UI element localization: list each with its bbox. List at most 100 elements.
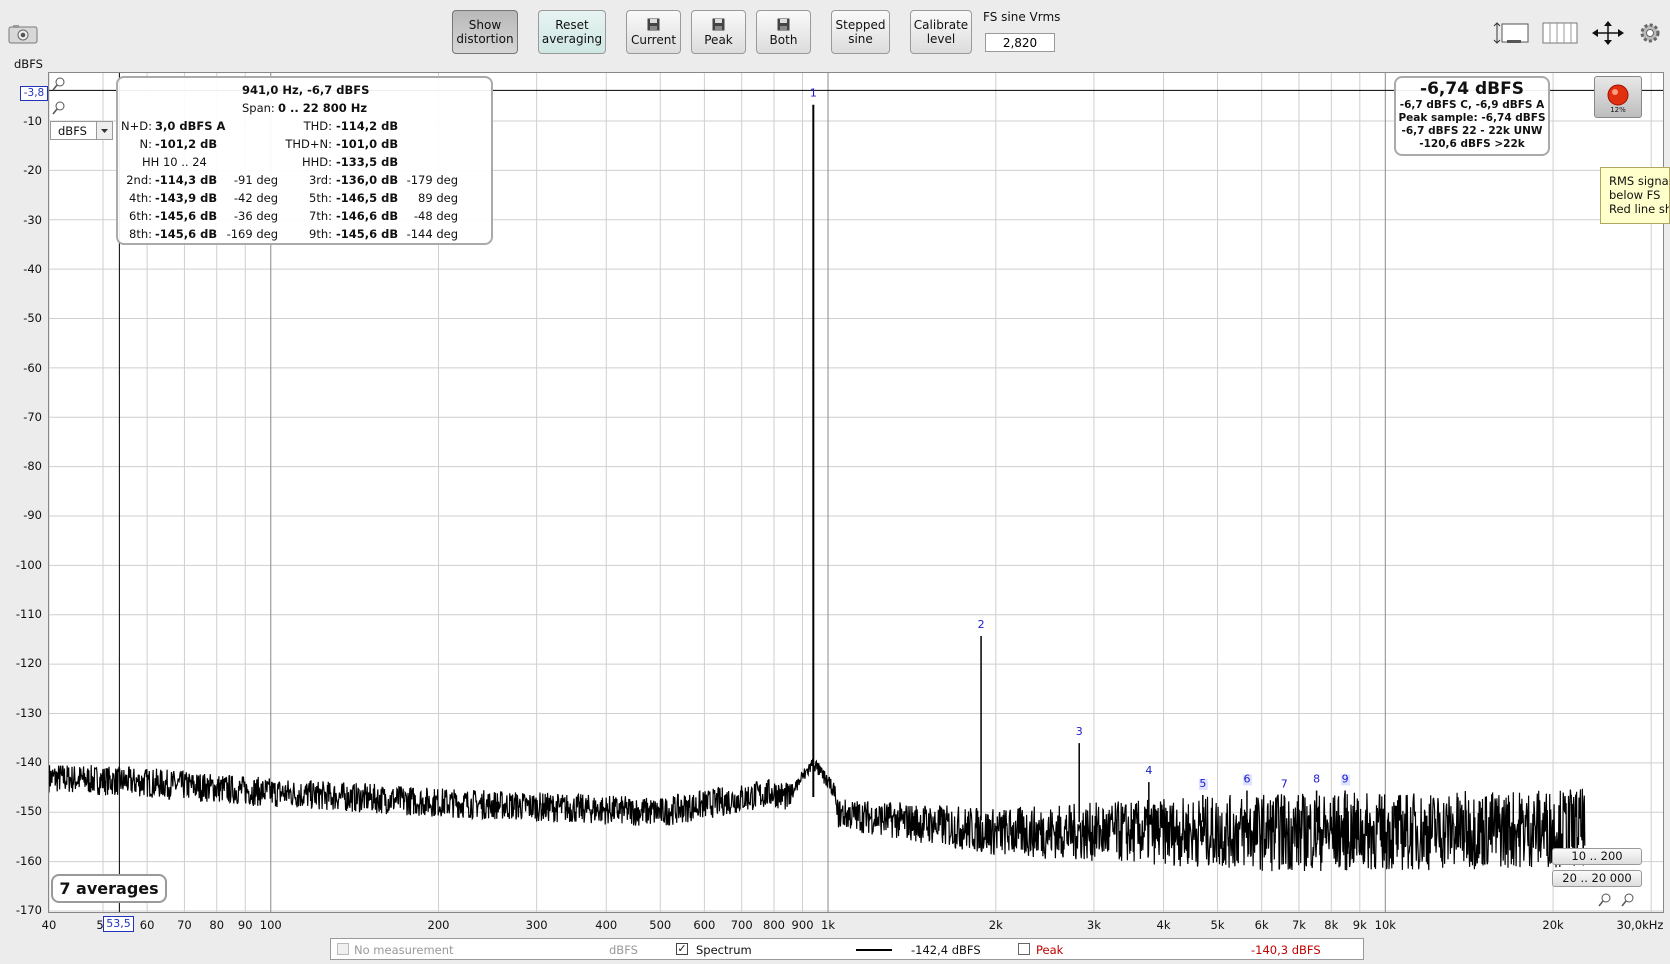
harmonic-value: -146,5 dB [336, 191, 399, 205]
y-tick-label: -10 [23, 114, 42, 128]
harmonic-phase: -36 deg [233, 209, 278, 223]
x-tick-label: 9k [1352, 918, 1367, 932]
x-tick-label: 70 [177, 918, 192, 932]
harmonic-value: -143,9 dB [155, 191, 218, 205]
rms-tooltip: RMS signal below FS Red line sh [1600, 167, 1670, 224]
y-tick-label: -160 [15, 853, 42, 868]
tooltip-line-2: below FS [1609, 188, 1661, 202]
range-button-10-200[interactable]: 10 .. 200 [1552, 848, 1642, 865]
thdn-label: THD+N: [285, 137, 332, 151]
spectrum-label: Spectrum [696, 943, 752, 957]
x-cursor-readout[interactable]: 53,5 [103, 916, 134, 932]
range-label-2: 20 .. 20 000 [1562, 871, 1632, 885]
distortion-header: 941,0 Hz, -6,7 dBFS [242, 83, 370, 97]
x-tick-label: 1k [821, 918, 836, 932]
thd-value: -114,2 dB [336, 119, 399, 133]
x-tick-label: 30,0kHz [1616, 918, 1664, 932]
chevron-down-icon [96, 122, 112, 139]
zoom-in-x-icon[interactable] [1621, 893, 1635, 910]
thdn-value: -101,0 dB [336, 137, 399, 151]
current-label: Current [630, 32, 677, 47]
settings-gear-icon[interactable] [1637, 20, 1663, 49]
y-cursor-readout[interactable]: -3,8 [20, 86, 48, 101]
y-tick-label: -100 [15, 557, 42, 572]
harmonic-value: -145,6 dB [336, 227, 399, 241]
x-tick-label: 6k [1254, 918, 1269, 932]
zoom-in-y-icon[interactable] [52, 77, 66, 94]
save-disk-icon [647, 18, 660, 31]
harmonic-marker-4: 4 [1145, 764, 1152, 777]
harmonic-value: -145,6 dB [155, 209, 218, 223]
harmonic-label: 7th: [309, 209, 332, 223]
y-tick-label: -130 [15, 705, 42, 720]
spectrum-trace [49, 759, 1586, 872]
y-tick-label: -110 [15, 607, 42, 621]
peak-legend-label: Peak [1036, 943, 1064, 957]
record-meter-button[interactable]: 12% [1594, 76, 1642, 118]
harmonic-phase: -169 deg [226, 227, 278, 241]
no-measurement-checkbox[interactable] [337, 943, 349, 955]
x-tick-label: 10k [1374, 918, 1396, 932]
x-tick-label: 2k [988, 918, 1003, 932]
y-tick-label: -170 [15, 902, 42, 917]
x-tick-label: 600 [693, 918, 716, 932]
unit-select[interactable]: dBFS [50, 121, 113, 140]
level-main: -6,74 dBFS [1420, 79, 1524, 99]
x-tick-label: 700 [730, 918, 753, 932]
thd-label: THD: [303, 119, 332, 133]
x-tick-label: 300 [525, 918, 548, 932]
harmonic-marker-5: 5 [1199, 777, 1206, 790]
harmonic-marker-7: 7 [1281, 777, 1288, 790]
calibrate-level-button[interactable]: Calibrate level [910, 10, 972, 54]
harmonic-label: 4th: [129, 191, 152, 205]
y-tick-label: -40 [23, 261, 42, 276]
calibrate-label-1: Calibrate [913, 18, 969, 32]
level-line-2: Peak sample: -6,74 dBFS [1398, 112, 1546, 124]
x-tick-label: 900 [791, 918, 814, 932]
show-distortion-button[interactable]: Show distortion [452, 10, 518, 54]
harmonic-phase: -179 deg [406, 173, 458, 187]
peak-checkbox[interactable] [1018, 943, 1030, 955]
range-label-1: 10 .. 200 [1571, 849, 1623, 863]
x-tick-label: 60 [139, 918, 155, 932]
y-tick-label: -90 [23, 508, 42, 523]
reset-averaging-button[interactable]: Reset averaging [538, 10, 606, 54]
harmonic-value: -146,6 dB [336, 209, 399, 223]
harmonic-marker-2: 2 [978, 618, 985, 631]
both-label: Both [769, 32, 798, 47]
y-tick-label: -50 [23, 311, 42, 326]
x-tick-label: 8k [1324, 918, 1339, 932]
harmonic-phase: -91 deg [233, 173, 278, 187]
range-button-20-20000[interactable]: 20 .. 20 000 [1552, 870, 1642, 887]
harmonic-label: 2nd: [126, 173, 152, 187]
hhd-value: -133,5 dB [336, 155, 399, 169]
stepped-sine-button[interactable]: Stepped sine [831, 10, 890, 54]
fs-vrms-input[interactable] [985, 33, 1055, 52]
y-tick-label: -30 [23, 212, 42, 227]
harmonic-marker-6: 6 [1243, 773, 1250, 786]
harmonic-phase: -48 deg [413, 209, 458, 223]
harmonic-marker-3: 3 [1076, 725, 1083, 738]
fit-view-arrows-icon[interactable] [1590, 20, 1626, 49]
spectrum-checkbox[interactable]: ✓ [676, 943, 688, 955]
save-both-button[interactable]: Both [756, 10, 811, 54]
graph-layout-icon[interactable] [1541, 20, 1579, 49]
tooltip-line-3: Red line sh [1609, 202, 1670, 216]
harmonic-phase: -144 deg [406, 227, 458, 241]
harmonic-label: 8th: [129, 227, 152, 241]
compress-axis-icon[interactable] [1492, 20, 1532, 49]
n-label: N: [139, 137, 152, 151]
y-tick-label: -70 [23, 409, 42, 424]
fs-sine-label: FS sine Vrms [983, 10, 1061, 24]
screenshot-camera-icon[interactable] [8, 24, 38, 44]
level-line-1: -6,7 dBFS C, -6,9 dBFS A [1399, 99, 1545, 111]
legend-bar: No measurement dBFS ✓ Spectrum -142,4 dB… [330, 938, 1364, 960]
spectrum-value: -142,4 dBFS [911, 943, 981, 957]
save-current-button[interactable]: Current [626, 10, 681, 54]
spectrum-line-swatch [856, 949, 892, 951]
zoom-out-x-icon[interactable] [1598, 893, 1612, 910]
x-tick-label: 200 [427, 918, 450, 932]
span-value: 0 .. 22 800 Hz [278, 101, 368, 115]
save-peak-button[interactable]: Peak [691, 10, 746, 54]
zoom-out-y-icon[interactable] [52, 101, 66, 118]
